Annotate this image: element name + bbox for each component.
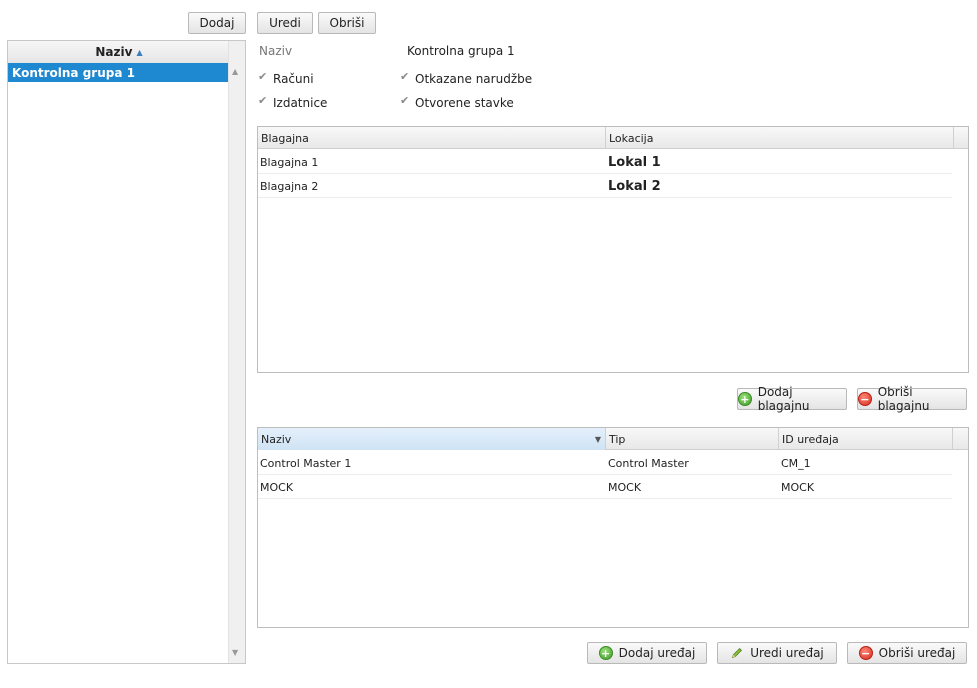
pencil-icon xyxy=(730,646,744,660)
device-name: Control Master 1 xyxy=(260,456,352,470)
delete-button-label: Obriši xyxy=(329,16,365,30)
name-value: Kontrolna grupa 1 xyxy=(407,44,515,58)
registers-grid-header: Blagajna Lokacija xyxy=(258,127,968,149)
delete-icon: − xyxy=(858,392,872,406)
checkbox-label-otvorene: Otvorene stavke xyxy=(415,96,514,110)
delete-button[interactable]: Obriši xyxy=(318,12,376,34)
register-location: Lokal 2 xyxy=(608,178,661,194)
table-row[interactable]: Blagajna 1 Lokal 1 xyxy=(258,150,952,174)
add-device-button[interactable]: + Dodaj uređaj xyxy=(587,642,707,664)
add-register-button[interactable]: + Dodaj blagajnu xyxy=(737,385,847,413)
device-type: Control Master xyxy=(608,456,689,470)
edit-button[interactable]: Uredi xyxy=(257,12,313,34)
scroll-up-icon[interactable]: ▲ xyxy=(232,67,238,76)
add-icon: + xyxy=(738,392,752,406)
delete-icon: − xyxy=(858,646,873,660)
group-list-header-label: Naziv xyxy=(95,45,133,59)
device-type: MOCK xyxy=(608,480,642,494)
devices-grid-header: Naziv ▼ Tip ID uređaja xyxy=(258,428,968,450)
group-list: Naziv ▲ Kontrolna grupa 1 ▲ ▼ xyxy=(7,40,246,664)
column-lokacija[interactable]: Lokacija xyxy=(606,127,954,149)
group-list-scrollbar[interactable]: ▲ ▼ xyxy=(228,41,245,663)
column-tip[interactable]: Tip xyxy=(606,428,779,450)
checkbox-label-izdatnice: Izdatnice xyxy=(273,96,328,110)
checkbox-icon[interactable]: ✔ xyxy=(258,71,268,82)
name-label: Naziv xyxy=(259,44,293,58)
checkbox-icon[interactable]: ✔ xyxy=(400,95,410,106)
table-row[interactable]: Blagajna 2 Lokal 2 xyxy=(258,174,952,198)
checkbox-label-otkazane: Otkazane narudžbe xyxy=(415,72,533,86)
column-id-label: ID uređaja xyxy=(782,432,839,446)
group-list-item[interactable]: Kontrolna grupa 1 xyxy=(8,63,230,82)
sort-ascending-icon: ▲ xyxy=(136,47,143,57)
table-row[interactable]: Control Master 1 Control Master CM_1 xyxy=(258,451,952,475)
register-name: Blagajna 2 xyxy=(260,179,319,193)
column-blagajna[interactable]: Blagajna xyxy=(258,127,606,149)
device-id: MOCK xyxy=(781,480,815,494)
registers-grid: Blagajna Lokacija Blagajna 1 Lokal 1 Bla… xyxy=(257,126,969,373)
register-location: Lokal 1 xyxy=(608,154,661,170)
scroll-down-icon[interactable]: ▼ xyxy=(232,648,238,657)
column-naziv-label: Naziv xyxy=(261,432,292,446)
group-list-header[interactable]: Naziv ▲ xyxy=(8,41,230,64)
add-icon: + xyxy=(598,646,613,660)
column-tip-label: Tip xyxy=(609,432,626,446)
checkbox-icon[interactable]: ✔ xyxy=(400,71,410,82)
add-device-label: Dodaj uređaj xyxy=(618,646,696,660)
device-id: CM_1 xyxy=(781,456,811,470)
add-register-label: Dodaj blagajnu xyxy=(757,385,810,413)
dropdown-arrow-icon[interactable]: ▼ xyxy=(595,435,601,444)
add-button[interactable]: Dodaj xyxy=(188,12,246,34)
delete-device-label: Obriši uređaj xyxy=(878,646,956,660)
delete-device-button[interactable]: − Obriši uređaj xyxy=(847,642,967,664)
edit-device-label: Uredi uređaj xyxy=(750,646,824,660)
column-id[interactable]: ID uređaja xyxy=(779,428,953,450)
column-lokacija-label: Lokacija xyxy=(609,131,654,145)
checkbox-icon[interactable]: ✔ xyxy=(258,95,268,106)
table-row[interactable]: MOCK MOCK MOCK xyxy=(258,475,952,499)
devices-grid: Naziv ▼ Tip ID uređaja Control Master 1 … xyxy=(257,427,969,628)
register-name: Blagajna 1 xyxy=(260,155,319,169)
delete-register-label: Obriši blagajnu xyxy=(877,385,930,413)
group-list-item-label: Kontrolna grupa 1 xyxy=(12,65,135,80)
add-button-label: Dodaj xyxy=(199,16,235,30)
edit-button-label: Uredi xyxy=(269,16,301,30)
checkbox-label-racuni: Računi xyxy=(273,72,314,86)
edit-device-button[interactable]: Uredi uređaj xyxy=(717,642,837,664)
delete-register-button[interactable]: − Obriši blagajnu xyxy=(857,385,967,413)
device-name: MOCK xyxy=(260,480,294,494)
column-blagajna-label: Blagajna xyxy=(261,131,309,145)
column-naziv[interactable]: Naziv ▼ xyxy=(258,428,606,450)
